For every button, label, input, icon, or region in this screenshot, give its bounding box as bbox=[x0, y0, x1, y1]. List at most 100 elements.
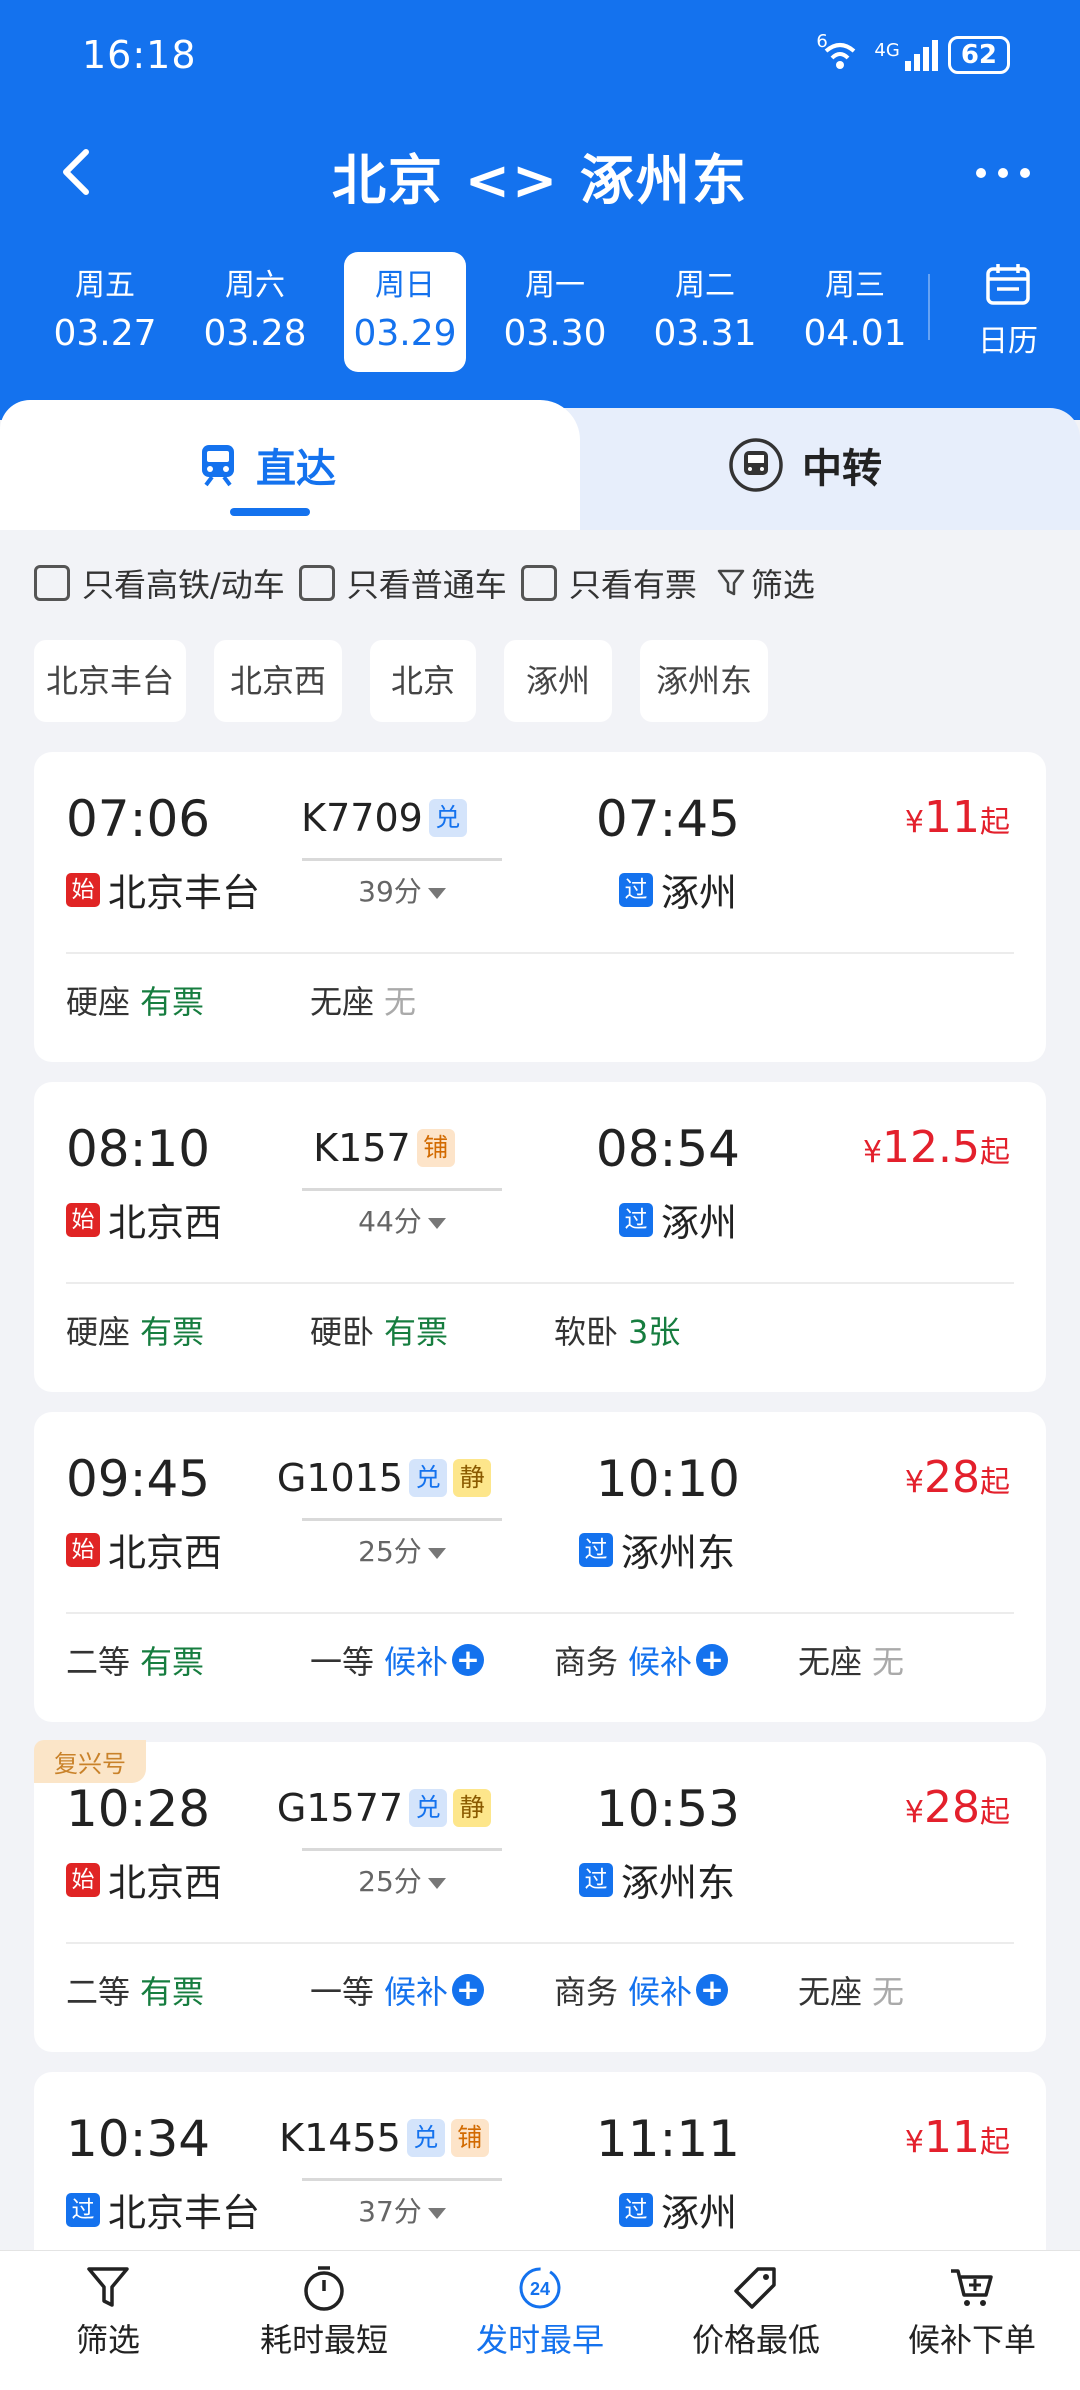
status-icons: 6 4G 62 bbox=[816, 31, 1010, 74]
station-chip[interactable]: 北京西 bbox=[214, 640, 342, 722]
fuxing-badge: 复兴号 bbox=[34, 1740, 146, 1783]
date-item[interactable]: 周六 03.28 bbox=[180, 252, 330, 372]
station-chip[interactable]: 北京 bbox=[370, 640, 476, 722]
earliest-departure-tab[interactable]: 24 发时最早 bbox=[432, 2251, 648, 2390]
filter-normal-checkbox[interactable]: 只看普通车 bbox=[298, 560, 507, 606]
filter-icon bbox=[717, 569, 745, 596]
exchange-tag: 兑 bbox=[409, 1459, 448, 1497]
departure-station: 始北京西 bbox=[66, 1522, 222, 1577]
station-chip[interactable]: 北京丰台 bbox=[34, 640, 186, 722]
pass-badge: 过 bbox=[619, 2192, 653, 2227]
route-type-tabs: 直达 中转 bbox=[0, 400, 1080, 530]
battery-icon: 62 bbox=[947, 36, 1010, 74]
svg-text:24: 24 bbox=[530, 2279, 550, 2299]
duration-toggle[interactable]: 44分 bbox=[302, 1200, 502, 1240]
tab-transfer[interactable]: 中转 bbox=[728, 436, 882, 494]
waitlist-button[interactable]: 候补 + bbox=[628, 1967, 729, 2013]
origin-badge: 始 bbox=[66, 1202, 100, 1237]
pass-badge: 过 bbox=[66, 2192, 100, 2227]
plus-icon: + bbox=[696, 1644, 729, 1676]
tab-direct[interactable]: 直达 bbox=[198, 436, 336, 494]
pass-badge: 过 bbox=[579, 1532, 613, 1567]
screen-button[interactable]: 筛选 bbox=[717, 560, 815, 606]
seat-item: 二等 有票 bbox=[66, 1643, 205, 1681]
more-button[interactable] bbox=[976, 168, 1030, 178]
stopwatch-icon bbox=[304, 2266, 344, 2311]
seat-item: 无座无 bbox=[310, 983, 417, 1021]
departure-station: 始北京西 bbox=[66, 1192, 222, 1247]
shortest-time-tab[interactable]: 耗时最短 bbox=[216, 2251, 432, 2390]
filter-available-checkbox[interactable]: 只看有票 bbox=[520, 560, 697, 606]
waitlist-button[interactable]: 候补 + bbox=[384, 1967, 485, 2013]
duration-toggle[interactable]: 25分 bbox=[302, 1860, 502, 1900]
exchange-tag: 兑 bbox=[428, 799, 467, 837]
train-card[interactable]: 08:10 K157 铺 44分 08:54 ¥12.5起 始北京西 过涿州 硬座… bbox=[34, 1082, 1046, 1392]
pass-badge: 过 bbox=[579, 1862, 613, 1897]
quiet-tag: 静 bbox=[453, 1459, 492, 1497]
tab-indicator bbox=[230, 508, 310, 516]
calendar-button[interactable]: 日历 bbox=[966, 262, 1050, 360]
waitlist-button[interactable]: 候补 + bbox=[384, 1637, 485, 1683]
train-number: G1577 兑静 bbox=[274, 1786, 494, 1830]
arrival-station: 过涿州 bbox=[619, 2182, 737, 2237]
price: ¥11起 bbox=[904, 2112, 1010, 2163]
seat-item: 软卧 3张 bbox=[554, 1313, 681, 1351]
seat-item: 硬座 有票 bbox=[66, 1313, 205, 1351]
departure-station: 过北京丰台 bbox=[66, 2182, 260, 2237]
clock-24-icon: 24 bbox=[519, 2267, 561, 2309]
duration-toggle[interactable]: 39分 bbox=[302, 870, 502, 910]
price-tag-icon bbox=[734, 2267, 776, 2309]
plus-icon: + bbox=[452, 1974, 485, 2006]
caret-down-icon bbox=[427, 2207, 446, 2219]
arrival-station: 过涿州 bbox=[619, 862, 737, 917]
date-item-selected[interactable]: 周日 03.29 bbox=[344, 252, 466, 372]
plus-icon: + bbox=[452, 1644, 485, 1676]
cart-icon bbox=[951, 2269, 993, 2306]
exchange-tag: 兑 bbox=[409, 1789, 448, 1827]
arrival-time: 10:10 bbox=[595, 1450, 740, 1508]
seat-item: 二等 有票 bbox=[66, 1973, 205, 2011]
bottom-sort-bar: 筛选 耗时最短 24 发时最早 价格最低 候补下单 bbox=[0, 2250, 1080, 2390]
arrival-station: 过涿州东 bbox=[579, 1852, 735, 1907]
arrival-time: 08:54 bbox=[595, 1120, 740, 1178]
seat-availability: 二等 有票 一等 候补 + 商务 候补 + 无座无 bbox=[66, 1967, 1042, 2013]
filter-high-speed-checkbox[interactable]: 只看高铁/动车 bbox=[34, 560, 285, 606]
seat-item: 硬座 有票 bbox=[66, 983, 205, 1021]
transfer-train-icon bbox=[729, 438, 783, 492]
filter-tab[interactable]: 筛选 bbox=[0, 2251, 216, 2390]
departure-station: 始北京西 bbox=[66, 1852, 222, 1907]
date-item[interactable]: 周五 03.27 bbox=[30, 252, 180, 372]
departure-station: 始北京丰台 bbox=[66, 862, 260, 917]
station-chip[interactable]: 涿州东 bbox=[640, 640, 768, 722]
waitlist-button[interactable]: 候补 + bbox=[628, 1637, 729, 1683]
train-card[interactable]: 复兴号 10:28 G1577 兑静 25分 10:53 ¥28起 始北京西 过涿… bbox=[34, 1740, 1046, 2052]
duration-toggle[interactable]: 25分 bbox=[302, 1530, 502, 1570]
caret-down-icon bbox=[427, 887, 446, 899]
arrival-time: 07:45 bbox=[595, 790, 740, 848]
seat-item: 硬卧 有票 bbox=[310, 1313, 449, 1351]
header: 16:18 6 4G 62 北京 <> 涿州东 周五 03.27 周六 03.2… bbox=[0, 0, 1080, 420]
date-item[interactable]: 周三 04.01 bbox=[780, 252, 930, 372]
origin-badge: 始 bbox=[66, 1532, 100, 1567]
date-selector: 周五 03.27 周六 03.28 周日 03.29 周一 03.30 周二 03.31 … bbox=[30, 252, 930, 372]
status-bar: 16:18 6 4G 62 bbox=[82, 28, 1010, 82]
date-item[interactable]: 周一 03.30 bbox=[480, 252, 630, 372]
duration-toggle[interactable]: 37分 bbox=[302, 2190, 502, 2230]
waitlist-order-tab[interactable]: 候补下单 bbox=[864, 2251, 1080, 2390]
filter-icon bbox=[87, 2267, 129, 2307]
train-card[interactable]: 07:06 K7709 兑 39分 07:45 ¥11起 始北京丰台 过涿州 硬座… bbox=[34, 752, 1046, 1062]
quiet-tag: 静 bbox=[453, 1789, 492, 1827]
lowest-price-tab[interactable]: 价格最低 bbox=[648, 2251, 864, 2390]
plus-icon: + bbox=[696, 1974, 729, 2006]
price: ¥11起 bbox=[904, 792, 1010, 843]
caret-down-icon bbox=[427, 1877, 446, 1889]
arrival-time: 11:11 bbox=[595, 2110, 740, 2168]
station-chip[interactable]: 涿州 bbox=[504, 640, 612, 722]
train-card[interactable]: 09:45 G1015 兑静 25分 10:10 ¥28起 始北京西 过涿州东 二… bbox=[34, 1412, 1046, 1722]
date-item[interactable]: 周二 03.31 bbox=[630, 252, 780, 372]
sleeper-tag: 铺 bbox=[450, 2119, 489, 2157]
divider bbox=[928, 274, 930, 340]
page-title[interactable]: 北京 <> 涿州东 bbox=[0, 136, 1080, 215]
nav-bar: 北京 <> 涿州东 bbox=[0, 130, 1080, 220]
seat-item: 一等 候补 + bbox=[310, 1637, 554, 1683]
